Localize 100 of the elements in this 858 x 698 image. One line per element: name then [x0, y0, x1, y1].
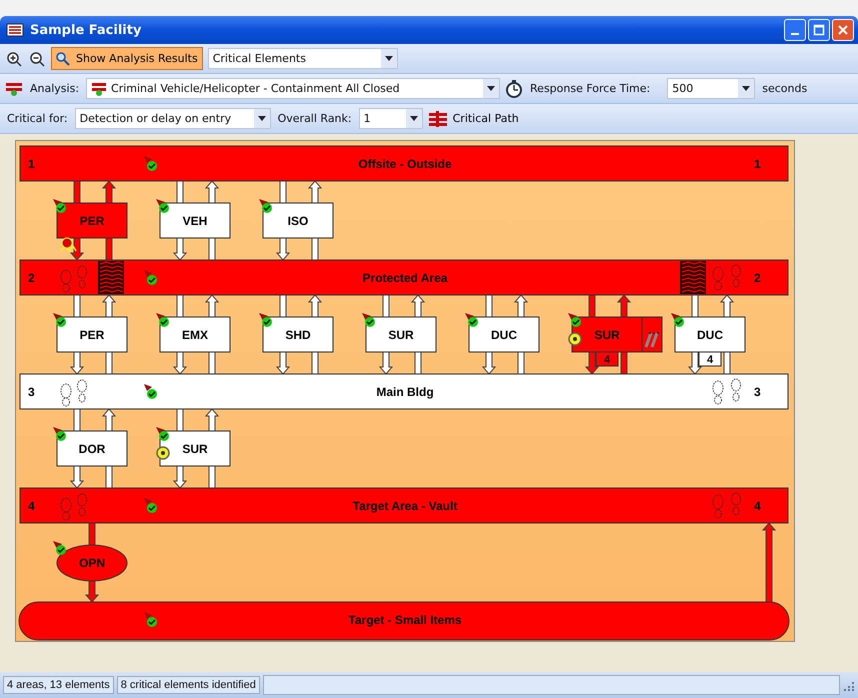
analysis-label: Analysis: [29, 82, 80, 95]
show-analysis-results-button[interactable]: Show Analysis Results [51, 47, 203, 70]
area-number: 2 [28, 271, 35, 285]
overall-rank-select[interactable]: 1 [358, 108, 423, 129]
tire-track-icon [680, 261, 706, 294]
area-number: 4 [754, 499, 761, 513]
element-box[interactable] [160, 202, 230, 238]
flag-check-icon [465, 313, 478, 327]
flag-check-icon [671, 313, 684, 327]
tire-track-icon [98, 261, 124, 294]
element-box[interactable] [468, 316, 540, 352]
element-label: DOR [78, 442, 106, 456]
element-label: ISO [288, 214, 308, 228]
area-name: Target - Small Items [348, 613, 462, 627]
element-box[interactable] [366, 316, 436, 352]
area-number: 1 [28, 157, 35, 171]
element-box[interactable] [572, 316, 642, 352]
seconds-label: seconds [761, 82, 808, 95]
element-box[interactable] [56, 430, 128, 466]
element-label: DUC [491, 328, 517, 342]
view-select[interactable]: Critical Elements [208, 48, 398, 69]
element-sublabel: 4 [706, 354, 714, 366]
element-box[interactable] [674, 316, 746, 352]
flag-check-icon [156, 313, 169, 327]
element-sublabel: 4 [604, 354, 610, 366]
element-label: EMX [182, 328, 208, 342]
element-box[interactable] [160, 316, 230, 352]
flag-check-icon [144, 498, 157, 513]
analysis-select[interactable]: Criminal Vehicle/Helicopter - Containment All Closed [86, 78, 500, 99]
resize-grip-icon[interactable] [843, 679, 855, 691]
area-name: Main Bldg [376, 385, 434, 399]
area-band[interactable] [20, 374, 788, 410]
flag-check-icon [53, 199, 66, 213]
minimize-icon [791, 33, 799, 35]
area-name: Protected Area [362, 271, 448, 285]
footprint-icon [712, 378, 741, 404]
critical-for-select[interactable]: Detection or delay on entry [74, 108, 271, 129]
flag-check-icon [362, 313, 375, 327]
zoom-in-icon[interactable] [5, 50, 23, 66]
flag-check-icon [568, 313, 581, 327]
response-force-time-select[interactable]: 500 [667, 78, 756, 99]
analysis-icon [5, 80, 23, 96]
element-label: SUR [594, 328, 620, 342]
flag-check-icon [144, 156, 157, 171]
element-label: SHD [285, 328, 311, 342]
stopwatch-icon [505, 80, 524, 98]
status-text: 4 areas, 13 elements [3, 676, 114, 694]
area-number: 2 [754, 271, 761, 285]
zoom-out-icon[interactable] [28, 50, 46, 66]
flag-check-icon [53, 427, 66, 441]
area-name: Offsite - Outside [358, 157, 452, 171]
flag-check-icon [156, 427, 169, 441]
element-box[interactable] [262, 202, 334, 238]
footprint-icon [60, 380, 87, 406]
footprint-icon [712, 264, 741, 290]
element-ellipse[interactable] [56, 544, 128, 582]
minimize-button[interactable] [784, 19, 806, 41]
area-number: 4 [28, 499, 35, 513]
target-area[interactable] [18, 602, 790, 640]
close-button[interactable] [832, 19, 854, 41]
response-force-time-label: Response Force Time: [529, 82, 652, 95]
element-box[interactable] [262, 316, 334, 352]
flag-check-icon [144, 384, 157, 399]
element-label: SUR [182, 442, 208, 456]
sensor-icon [156, 446, 170, 460]
flag-check-icon [53, 541, 66, 555]
footprint-icon [712, 492, 741, 518]
window-title: Sample Facility [30, 22, 142, 38]
critical-path-button[interactable]: Critical Path [452, 112, 519, 125]
footprint-icon [60, 266, 87, 292]
element-label: SUR [388, 328, 414, 342]
area-name: Target Area - Vault [352, 499, 458, 513]
element-label: VEH [182, 214, 208, 228]
flag-check-icon [144, 612, 157, 627]
magnifier-icon [56, 52, 70, 66]
element-label: PER [80, 214, 104, 228]
critical-path-icon [428, 110, 448, 126]
area-number: 3 [28, 385, 35, 399]
element-label: DUC [697, 328, 723, 342]
footprint-icon [60, 494, 87, 520]
flag-check-icon [144, 270, 157, 285]
element-label: OPN [79, 556, 105, 570]
element-box[interactable] [56, 316, 128, 352]
critical-for-label: Critical for: [6, 112, 69, 125]
status-text: 8 critical elements identified [116, 676, 260, 694]
element-box[interactable] [56, 202, 128, 238]
area-number: 3 [754, 385, 761, 399]
overall-rank-label: Overall Rank: [276, 112, 353, 125]
app-icon [6, 23, 24, 37]
area-number: 1 [754, 157, 761, 171]
sensor-icon [568, 332, 582, 346]
flag-check-icon [156, 199, 169, 213]
flag-check-icon [259, 313, 272, 327]
element-box[interactable] [160, 430, 230, 466]
analysis-icon [91, 82, 108, 96]
maximize-button[interactable] [808, 19, 830, 41]
flag-check-icon [53, 313, 66, 327]
close-icon [837, 24, 849, 36]
flag-check-icon [259, 199, 272, 213]
element-label: PER [80, 328, 104, 342]
